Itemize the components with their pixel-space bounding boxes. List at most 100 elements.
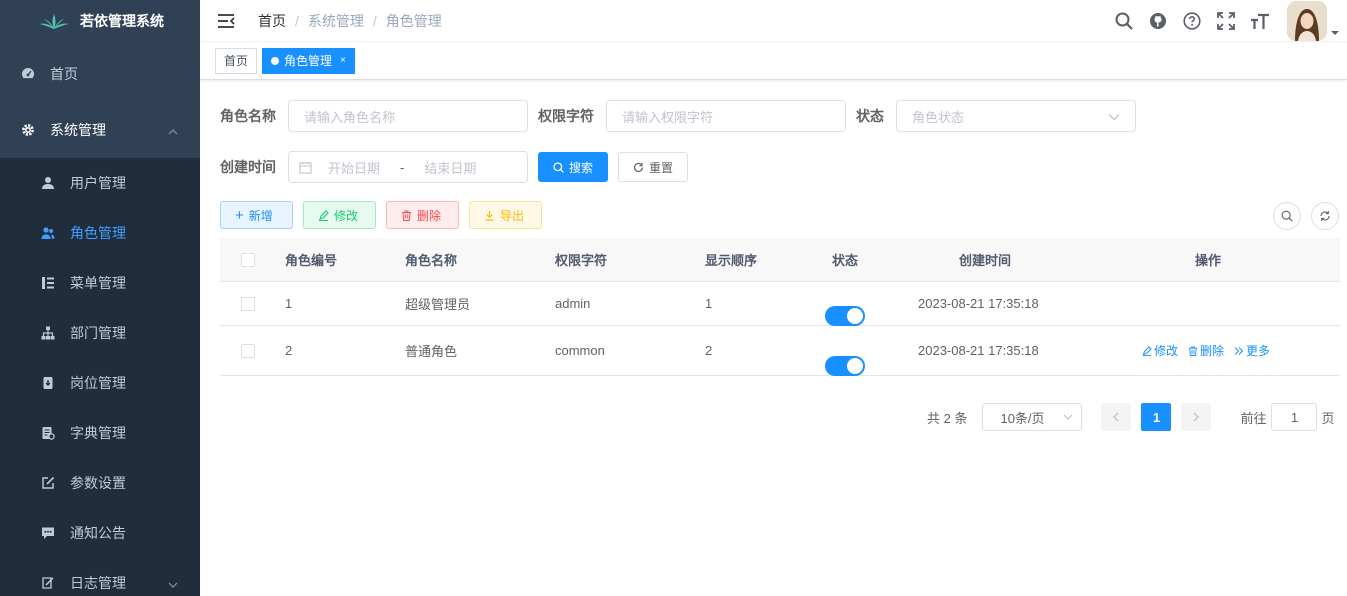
select-all-checkbox[interactable] [241, 253, 255, 267]
chevron-up-icon [168, 122, 178, 138]
font-size-icon[interactable] [1243, 0, 1277, 42]
edit-icon [1142, 345, 1152, 356]
status-switch[interactable] [825, 355, 865, 376]
page-number-current[interactable]: 1 [1141, 403, 1172, 431]
refresh-icon [1319, 210, 1331, 222]
calendar-icon [299, 161, 312, 174]
role-key-label: 权限字符 [538, 108, 594, 124]
breadcrumb-separator: / [295, 12, 299, 29]
sidebar-item-notice[interactable]: 通知公告 [0, 508, 200, 558]
row-edit-link[interactable]: 修改 [1142, 342, 1178, 359]
chevron-down-icon [1063, 414, 1073, 420]
row-checkbox[interactable] [241, 344, 255, 358]
cell-role-name: 普通角色 [405, 344, 458, 359]
cell-role-id: 1 [285, 296, 293, 311]
right-menu [1107, 0, 1347, 42]
sidebar-item-user[interactable]: 用户管理 [0, 158, 200, 208]
breadcrumb-system: 系统管理 [307, 12, 364, 29]
avatar[interactable] [1287, 1, 1327, 41]
col-role-key: 权限字符 [555, 253, 608, 268]
create-time-label: 创建时间 [220, 159, 276, 175]
status-select[interactable]: 角色状态 [896, 100, 1136, 132]
sidebar-logo[interactable]: 若依管理系统 [0, 0, 200, 42]
breadcrumb-separator: / [372, 12, 377, 29]
cell-role-name: 超级管理员 [405, 297, 471, 312]
user-icon [40, 175, 56, 191]
caret-down-icon[interactable] [1331, 24, 1339, 39]
tags-view: 首页 角色管理 × [200, 42, 1347, 80]
tag-label: 首页 [224, 53, 249, 68]
dict-icon [40, 425, 56, 441]
row-delete-link[interactable]: 删除 [1188, 342, 1224, 359]
col-sort: 显示顺序 [705, 253, 758, 268]
fullscreen-icon[interactable] [1209, 0, 1243, 42]
add-button[interactable]: + 新增 [220, 201, 293, 229]
sidebar-item-dict[interactable]: 字典管理 [0, 408, 200, 458]
sidebar-item-menu[interactable]: 菜单管理 [0, 258, 200, 308]
hamburger-icon[interactable] [217, 13, 235, 29]
toggle-search-button[interactable] [1273, 202, 1301, 230]
breadcrumb-home[interactable]: 首页 [258, 11, 286, 31]
placeholder: 请输入权限字符 [622, 109, 714, 125]
row-more-label: 更多 [1246, 344, 1271, 358]
delete-icon [401, 210, 412, 221]
date-range-picker[interactable]: 开始日期 - 结束日期 [288, 151, 528, 183]
page-unit-label: 页 [1321, 410, 1335, 426]
edit-icon [40, 475, 56, 491]
sidebar-item-role[interactable]: 角色管理 [0, 208, 200, 258]
sidebar-item-label: 首页 [50, 66, 78, 82]
edit-button-label: 修改 [334, 208, 359, 223]
sidebar-item-label: 通知公告 [70, 525, 126, 541]
tag-role-active[interactable]: 角色管理 × [262, 47, 355, 74]
sidebar-item-home[interactable]: 首页 [0, 46, 200, 102]
sidebar-item-log[interactable]: 日志管理 [0, 558, 200, 596]
export-button[interactable]: 导出 [469, 201, 542, 229]
sidebar-item-post[interactable]: 岗位管理 [0, 358, 200, 408]
range-separator: - [400, 159, 405, 175]
prev-page-button[interactable] [1101, 403, 1132, 431]
goto-page-input[interactable]: 1 [1271, 403, 1318, 431]
cell-create-time: 2023-08-21 17:35:18 [918, 296, 1039, 311]
status-switch[interactable] [825, 305, 865, 326]
breadcrumb: 首页 / 系统管理 / 角色管理 [258, 11, 442, 31]
refresh-button[interactable] [1311, 202, 1339, 230]
delete-button[interactable]: 删除 [386, 201, 459, 229]
sidebar-item-label: 岗位管理 [70, 375, 126, 391]
row-checkbox[interactable] [241, 297, 255, 311]
tag-home[interactable]: 首页 [215, 47, 258, 74]
next-page-button[interactable] [1181, 403, 1212, 431]
search-icon[interactable] [1107, 0, 1141, 42]
cell-role-id: 2 [285, 343, 293, 358]
page-size-select[interactable]: 10条/页 [982, 403, 1083, 431]
sidebar-item-dept[interactable]: 部门管理 [0, 308, 200, 358]
sidebar-item-label: 用户管理 [70, 175, 126, 191]
role-key-input[interactable]: 请输入权限字符 [606, 100, 846, 132]
search-icon [1281, 210, 1293, 222]
col-role-id: 角色编号 [285, 253, 338, 268]
sidebar-item-config[interactable]: 参数设置 [0, 458, 200, 508]
close-icon[interactable]: × [340, 49, 346, 73]
row-delete-label: 删除 [1200, 344, 1225, 358]
sidebar-item-label: 日志管理 [70, 575, 126, 591]
edit-button[interactable]: 修改 [303, 201, 376, 229]
sidebar-item-label: 系统管理 [50, 122, 106, 138]
delete-icon [1188, 346, 1198, 356]
placeholder: 请输入角色名称 [304, 109, 396, 125]
chevron-down-icon [1108, 109, 1120, 124]
role-name-input[interactable]: 请输入角色名称 [288, 100, 528, 132]
end-date-placeholder[interactable]: 结束日期 [424, 158, 476, 177]
double-arrow-right-icon [1234, 346, 1244, 356]
github-icon[interactable] [1141, 0, 1175, 42]
download-icon [484, 210, 495, 221]
reset-button[interactable]: 重置 [618, 152, 689, 182]
sidebar-item-system[interactable]: 系统管理 [0, 102, 200, 158]
tag-active-dot [271, 56, 280, 65]
log-icon [40, 575, 56, 591]
start-date-placeholder[interactable]: 开始日期 [328, 158, 380, 177]
search-row-2: 创建时间 开始日期 - 结束日期 搜索 重置 [220, 151, 1146, 183]
row-more-dropdown[interactable]: 更多 [1234, 342, 1270, 359]
search-button[interactable]: 搜索 [538, 152, 609, 182]
question-icon[interactable] [1175, 0, 1209, 42]
chevron-right-icon [1193, 412, 1200, 422]
cell-create-time: 2023-08-21 17:35:18 [918, 343, 1039, 358]
